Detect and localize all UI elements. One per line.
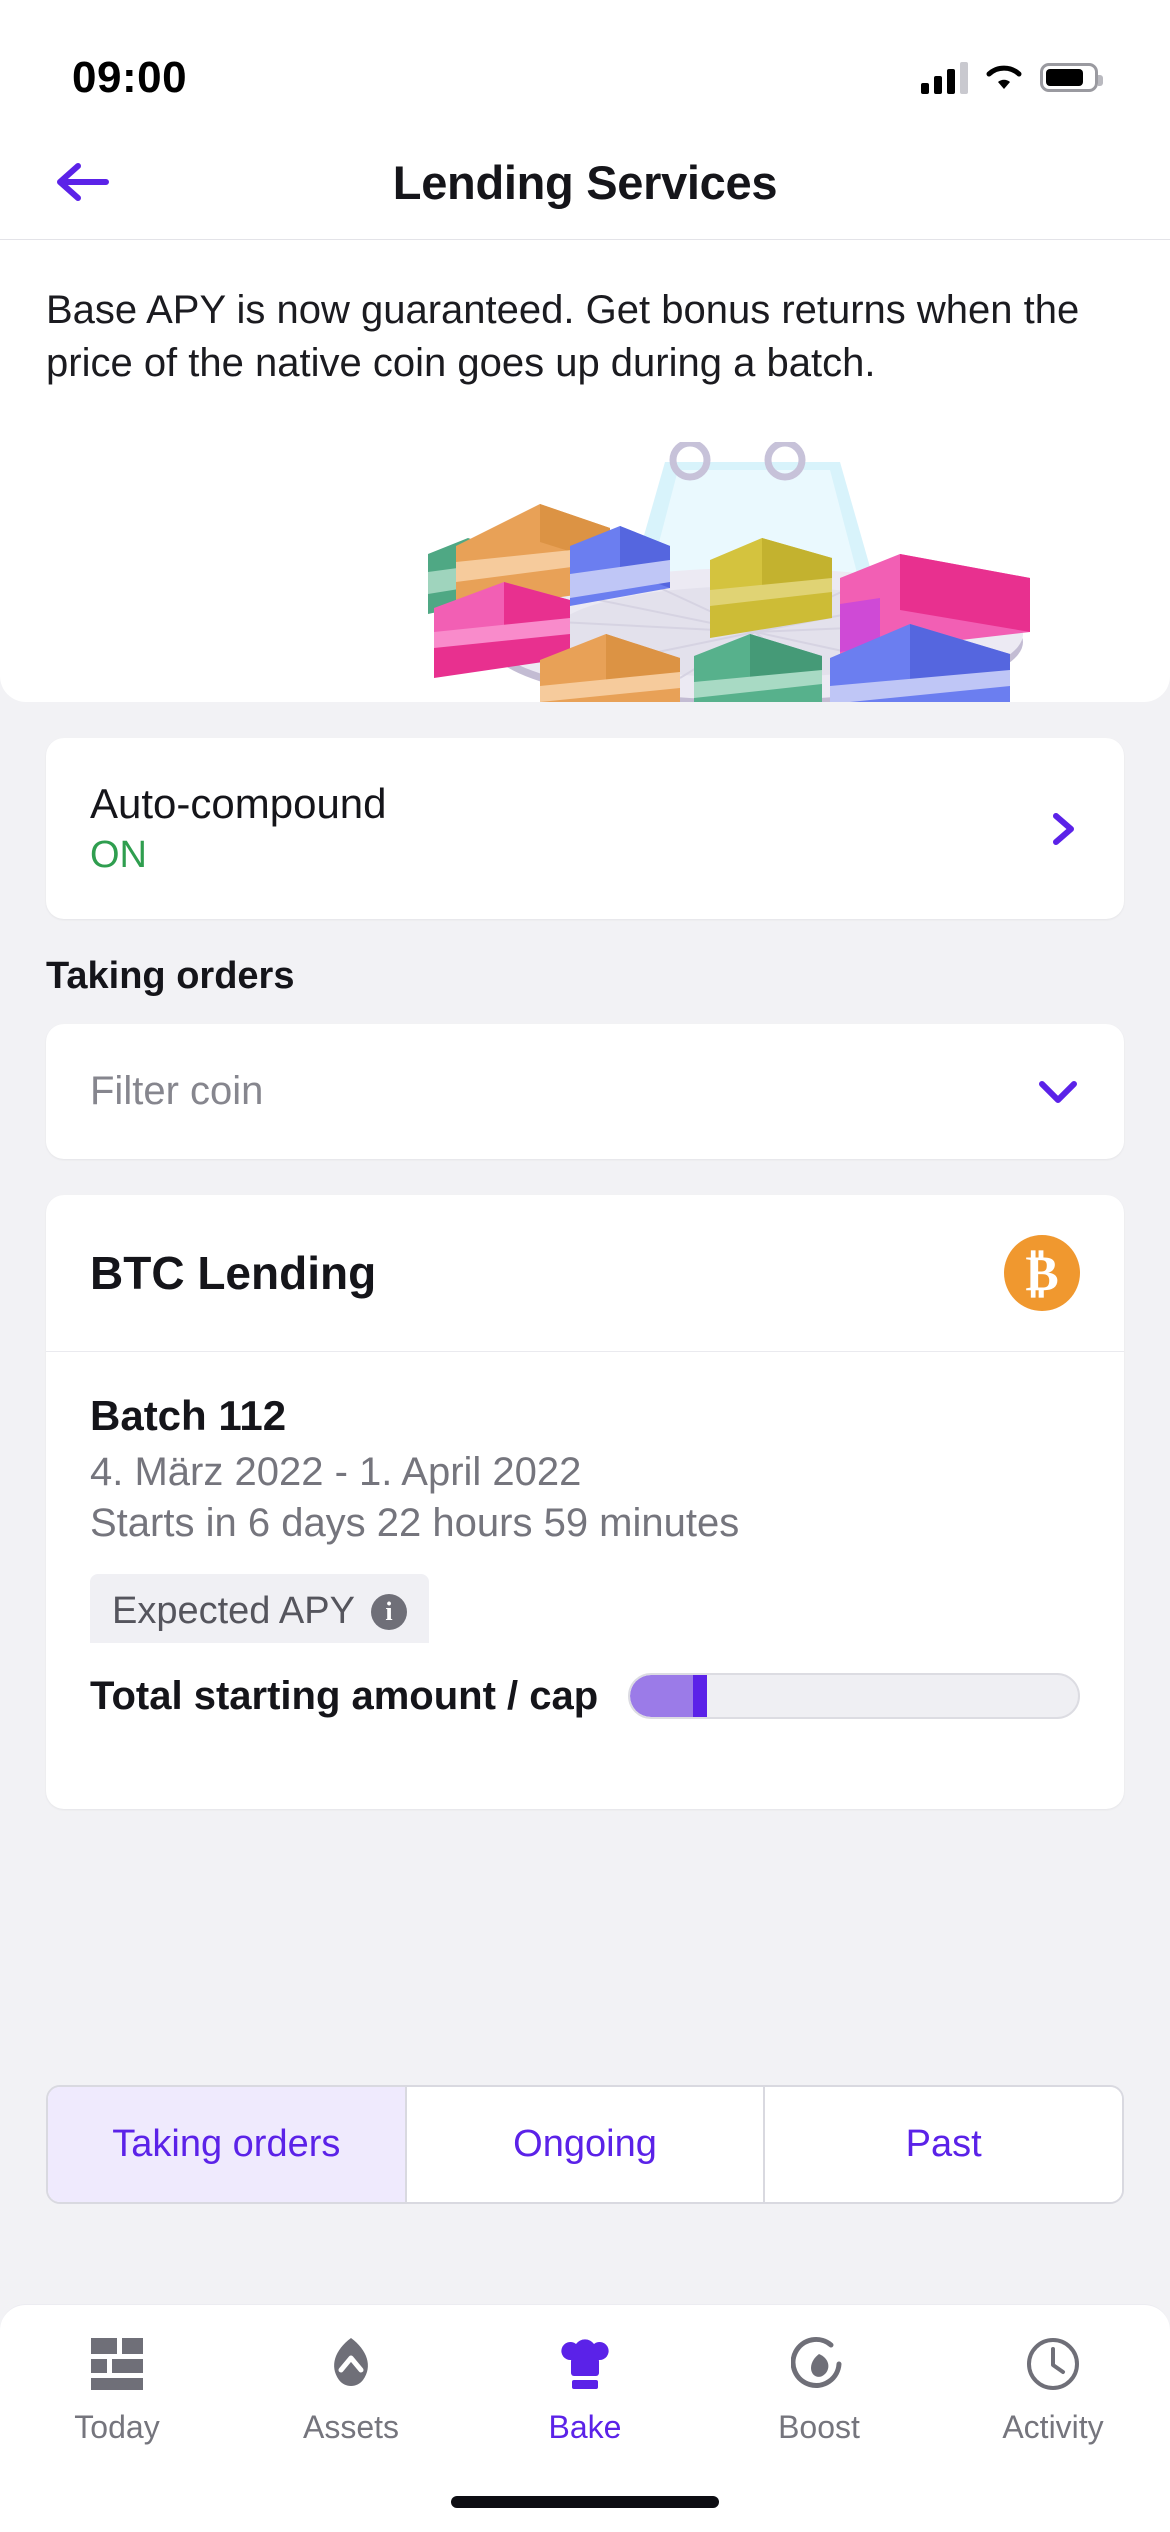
nav-label-boost: Boost bbox=[778, 2409, 860, 2445]
tab-ongoing[interactable]: Ongoing bbox=[406, 2087, 766, 2202]
coin-lending-card[interactable]: BTC Lending ₿ Batch 112 4. März 2022 - 1… bbox=[46, 1195, 1124, 1809]
app-screen: 09:00 Lending Services Base APY is now g… bbox=[0, 0, 1170, 2532]
coin-card-header: BTC Lending ₿ bbox=[46, 1195, 1124, 1352]
nav-label-assets: Assets bbox=[302, 2409, 400, 2445]
expected-apy-label: Expected APY bbox=[112, 1590, 355, 1632]
expected-apy-chip: Expected APY i bbox=[90, 1574, 429, 1643]
battery-icon bbox=[1040, 63, 1103, 92]
wifi-icon bbox=[986, 65, 1022, 89]
page-header: Lending Services bbox=[0, 125, 1170, 240]
tab-past[interactable]: Past bbox=[765, 2087, 1122, 2202]
coin-name: BTC Lending bbox=[90, 1247, 377, 1299]
nav-label-today: Today bbox=[74, 2409, 160, 2445]
capacity-progress-bar bbox=[628, 1673, 1080, 1719]
status-bar: 09:00 bbox=[0, 0, 1170, 125]
home-indicator bbox=[451, 2496, 719, 2508]
auto-compound-label: Auto-compound bbox=[90, 780, 387, 827]
section-heading-taking-orders: Taking orders bbox=[46, 955, 295, 997]
page-title: Lending Services bbox=[392, 155, 778, 209]
chef-hat-icon bbox=[554, 2333, 616, 2395]
coin-card-body: Batch 112 4. März 2022 - 1. April 2022 S… bbox=[46, 1352, 1124, 1643]
nav-item-activity[interactable]: Activity bbox=[936, 2333, 1170, 2446]
status-icons bbox=[921, 61, 1103, 94]
capacity-progress-marker bbox=[692, 1675, 707, 1717]
auto-compound-text: Auto-compound ON bbox=[90, 780, 387, 877]
status-time: 09:00 bbox=[72, 52, 188, 102]
hero-card: Base APY is now guaranteed. Get bonus re… bbox=[0, 240, 1170, 702]
total-starting-amount-label: Total starting amount / cap bbox=[90, 1673, 599, 1718]
capacity-progress-fill bbox=[630, 1675, 693, 1717]
nav-label-bake: Bake bbox=[548, 2409, 622, 2445]
clock-icon bbox=[1022, 2333, 1084, 2395]
auto-compound-row[interactable]: Auto-compound ON bbox=[46, 738, 1124, 919]
filter-coin-input[interactable]: Filter coin bbox=[46, 1024, 1124, 1159]
nav-item-assets[interactable]: Assets bbox=[234, 2333, 468, 2446]
tab-taking-orders[interactable]: Taking orders bbox=[48, 2087, 407, 2202]
auto-compound-card[interactable]: Auto-compound ON bbox=[46, 738, 1124, 919]
filter-coin-placeholder: Filter coin bbox=[90, 1069, 264, 1113]
filter-coin-card[interactable]: Filter coin bbox=[46, 1024, 1124, 1159]
nav-item-boost[interactable]: Boost bbox=[702, 2333, 936, 2446]
cellular-signal-icon bbox=[921, 61, 968, 94]
hero-description: Base APY is now guaranteed. Get bonus re… bbox=[46, 288, 1080, 386]
batch-status-tabs[interactable]: Taking orders Ongoing Past bbox=[46, 2085, 1124, 2204]
info-icon[interactable]: i bbox=[370, 1593, 407, 1630]
assets-arrow-icon bbox=[320, 2333, 382, 2395]
total-starting-amount-row: Total starting amount / cap bbox=[46, 1673, 1124, 1719]
chevron-down-icon[interactable] bbox=[1036, 1078, 1080, 1106]
bitcoin-icon: ₿ bbox=[1004, 1235, 1080, 1311]
boost-circle-icon bbox=[788, 2333, 850, 2395]
grid-icon bbox=[86, 2333, 148, 2395]
back-button[interactable] bbox=[46, 146, 118, 218]
batch-dates: 4. März 2022 - 1. April 2022 bbox=[90, 1450, 582, 1494]
chevron-right-icon bbox=[1053, 812, 1074, 845]
auto-compound-state: ON bbox=[90, 834, 147, 876]
nav-label-activity: Activity bbox=[1002, 2409, 1104, 2445]
nav-item-bake[interactable]: Bake bbox=[468, 2333, 702, 2446]
arrow-left-icon bbox=[57, 163, 109, 201]
nav-item-today[interactable]: Today bbox=[0, 2333, 234, 2446]
batch-starts-in: Starts in 6 days 22 hours 59 minutes bbox=[90, 1501, 740, 1545]
batch-title: Batch 112 bbox=[90, 1392, 287, 1439]
lending-cakes-illustration bbox=[428, 442, 1030, 702]
